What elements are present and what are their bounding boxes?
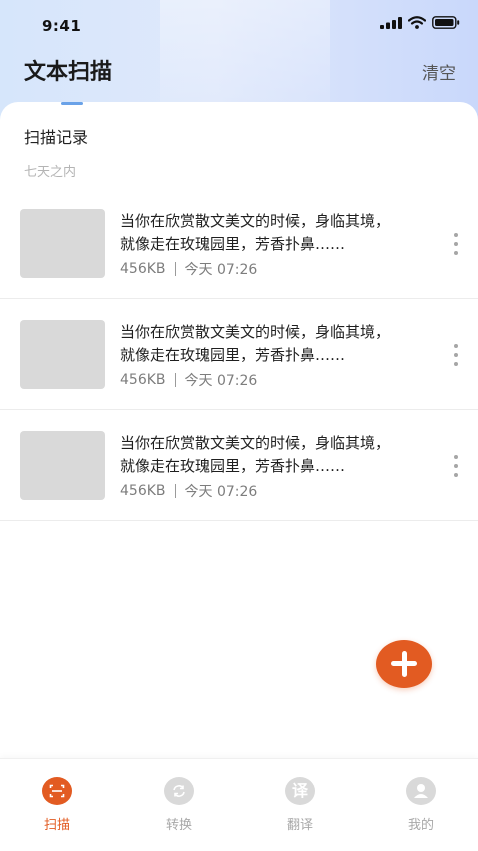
scan-icon <box>42 777 72 805</box>
tab-convert[interactable]: 转换 <box>149 777 209 833</box>
record-meta: 456KB 今天 07:26 <box>120 481 257 501</box>
status-bar: 9:41 <box>0 0 478 50</box>
record-text-line2: 就像走在玫瑰园里，芳香扑鼻…… <box>120 235 346 253</box>
more-options-icon[interactable] <box>454 344 458 366</box>
page-title: 文本扫描 <box>24 60 113 85</box>
record-size: 456KB <box>120 372 166 388</box>
tab-label: 翻译 <box>286 818 313 833</box>
record-text-line2: 就像走在玫瑰园里，芳香扑鼻…… <box>120 346 346 364</box>
add-scan-button[interactable] <box>376 640 432 688</box>
record-size: 456KB <box>120 483 166 499</box>
signal-icon <box>380 16 402 29</box>
tab-indicator <box>61 102 83 105</box>
record-thumbnail <box>20 209 105 278</box>
bottom-tab-bar: 扫描 转换 译 翻译 我的 <box>0 758 478 851</box>
record-text-line1: 当你在欣赏散文美文的时候，身临其境， <box>120 434 391 452</box>
clear-button[interactable]: 清空 <box>422 59 456 84</box>
record-text-line2: 就像走在玫瑰园里，芳香扑鼻…… <box>120 457 346 475</box>
translate-glyph: 译 <box>291 781 308 800</box>
record-meta: 456KB 今天 07:26 <box>120 259 257 279</box>
more-options-icon[interactable] <box>454 455 458 477</box>
list-item[interactable]: 当你在欣赏散文美文的时候，身临其境， 就像走在玫瑰园里，芳香扑鼻…… 456KB… <box>0 188 478 299</box>
meta-divider <box>174 484 176 498</box>
record-thumbnail <box>20 320 105 389</box>
record-time: 今天 07:26 <box>184 484 258 500</box>
record-text-line1: 当你在欣赏散文美文的时候，身临其境， <box>120 212 391 230</box>
meta-divider <box>174 373 176 387</box>
status-icons <box>380 16 460 29</box>
list-item[interactable]: 当你在欣赏散文美文的时候，身临其境， 就像走在玫瑰园里，芳香扑鼻…… 456KB… <box>0 410 478 521</box>
section-subtitle: 七天之内 <box>24 165 77 180</box>
profile-icon <box>406 777 436 805</box>
record-thumbnail <box>20 431 105 500</box>
tab-profile[interactable]: 我的 <box>391 777 451 833</box>
tab-scan[interactable]: 扫描 <box>27 777 87 833</box>
convert-icon <box>164 777 194 805</box>
status-time: 9:41 <box>42 17 82 35</box>
translate-icon: 译 <box>285 777 315 805</box>
tab-label: 扫描 <box>43 818 70 833</box>
more-options-icon[interactable] <box>454 233 458 255</box>
tab-label: 我的 <box>407 818 434 833</box>
record-text-line1: 当你在欣赏散文美文的时候，身临其境， <box>120 323 391 341</box>
tab-label: 转换 <box>165 818 192 833</box>
record-time: 今天 07:26 <box>184 373 258 389</box>
tab-translate[interactable]: 译 翻译 <box>270 777 330 833</box>
wifi-icon <box>408 16 426 29</box>
record-size: 456KB <box>120 261 166 277</box>
record-time: 今天 07:26 <box>184 262 258 278</box>
battery-icon <box>432 16 460 29</box>
section-title: 扫描记录 <box>24 128 89 147</box>
record-list: 当你在欣赏散文美文的时候，身临其境， 就像走在玫瑰园里，芳香扑鼻…… 456KB… <box>0 188 478 521</box>
record-meta: 456KB 今天 07:26 <box>120 370 257 390</box>
meta-divider <box>174 262 176 276</box>
list-item[interactable]: 当你在欣赏散文美文的时候，身临其境， 就像走在玫瑰园里，芳香扑鼻…… 456KB… <box>0 299 478 410</box>
